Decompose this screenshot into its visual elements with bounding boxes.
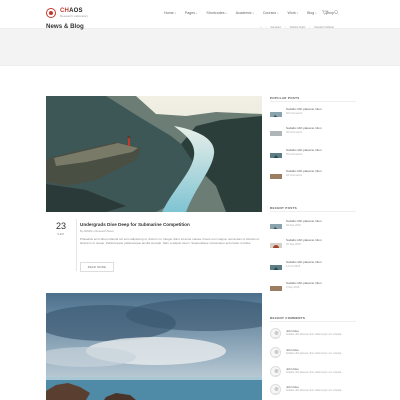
post-thumbnail: [270, 261, 282, 270]
avatar: [270, 384, 281, 395]
breadcrumb-separator: /: [309, 26, 311, 29]
popular-post-item[interactable]: Sodalis nibh placerat, illum 25 Comments: [270, 148, 356, 164]
post-byline: By ADMIN in Research News: [80, 230, 114, 233]
chevron-down-icon: ▾: [296, 12, 299, 15]
recent-post-item[interactable]: Sodalis nibh placerat, illum 29 Sep 2015: [270, 219, 356, 235]
popular-post-item[interactable]: Sodalis nibh placerat, illum 45 Comments: [270, 107, 356, 123]
page-title: News & Blog: [46, 23, 84, 30]
recent-post-item[interactable]: Sodalis nibh placerat, illum 9 Sep 2015: [270, 281, 356, 297]
comment-item[interactable]: John Doe Sodalis nibh placerat, illum ul…: [270, 366, 356, 382]
chevron-down-icon: ▾: [277, 12, 279, 15]
nav-item-academic[interactable]: Academic▾: [236, 11, 254, 15]
nav-item-blog[interactable]: Blog▾: [307, 11, 316, 15]
recent-comments-heading: RECENT COMMENTS: [270, 316, 306, 320]
comment-item[interactable]: John Doe Sodalis nibh placerat, illum ul…: [270, 328, 356, 344]
post-date-month: SEP: [57, 232, 65, 236]
post-thumbnail: [270, 282, 282, 291]
breadcrumb-separator: /: [265, 26, 267, 29]
divider: [270, 321, 356, 322]
comment-item[interactable]: John Doe Sodalis nibh placerat, illum ul…: [270, 347, 356, 363]
breadcrumb-separator: /: [284, 26, 286, 29]
breadcrumb: ⌂ / Standard / Sidebar Right / Standard …: [260, 26, 334, 29]
main-nav: Home▾ Pages▾ Shortcodes▾ Academic▾ Cours…: [164, 11, 336, 15]
chevron-down-icon: ▾: [315, 12, 317, 15]
nav-item-home[interactable]: Home▾: [164, 11, 176, 15]
recent-post-item[interactable]: Sodalis nibh placerat, illum 25 Sep 2015: [270, 238, 356, 254]
logo-subtitle: Research Laboratory: [60, 14, 89, 18]
chevron-down-icon: ▾: [252, 12, 254, 15]
breadcrumb-item-current: Standard Sidebar: [314, 26, 335, 29]
avatar: [270, 328, 281, 339]
recent-posts-heading: RECENT POSTS: [270, 206, 297, 210]
post-title[interactable]: Undergrads Dive Deep for Submarine Compe…: [80, 222, 190, 227]
post-image-fjord[interactable]: [46, 96, 262, 212]
comment-item[interactable]: John Doe Sodalis nibh placerat, illum ul…: [270, 384, 356, 400]
popular-posts-heading: POPULAR POSTS: [270, 96, 300, 100]
nav-item-shortcodes[interactable]: Shortcodes▾: [206, 11, 226, 15]
site-logo[interactable]: CHAOS Research Laboratory: [46, 8, 88, 18]
date-divider: [76, 219, 77, 271]
divider: [270, 211, 356, 212]
popular-post-item[interactable]: Sodalis nibh placerat, illum 18 Comments: [270, 169, 356, 185]
nav-item-work[interactable]: Work▾: [287, 11, 298, 15]
post-excerpt: Phasellus enim libero blandit vel sem ad…: [80, 237, 260, 246]
post-thumbnail: [270, 220, 282, 229]
post-date-day: 23: [55, 221, 66, 231]
post-thumbnail: [270, 170, 282, 179]
post-image-sea[interactable]: [46, 293, 262, 400]
post-summary: 23 SEP Undergrads Dive Deep for Submarin…: [46, 215, 262, 275]
post-thumbnail: [270, 239, 282, 248]
chevron-down-icon: ▾: [196, 12, 198, 15]
post-thumbnail: [270, 108, 282, 117]
page-title-band: [0, 28, 400, 66]
popular-post-item[interactable]: Sodalis nibh placerat, illum 36 Comments: [270, 126, 356, 142]
chevron-down-icon: ▾: [225, 12, 227, 15]
post-thumbnail: [270, 127, 282, 136]
avatar: [270, 347, 281, 358]
chevron-down-icon: ▾: [174, 12, 176, 15]
nav-item-pages[interactable]: Pages▾: [185, 11, 197, 15]
search-icon[interactable]: [334, 10, 339, 17]
breadcrumb-item[interactable]: Standard: [270, 26, 281, 29]
recent-post-item[interactable]: Sodalis nibh placerat, illum 14 Oct 2015: [270, 260, 356, 276]
logo-icon: [46, 8, 56, 18]
home-icon[interactable]: ⌂: [260, 26, 262, 29]
read-more-button[interactable]: READ MORE: [80, 262, 114, 272]
nav-item-courses[interactable]: Courses▾: [263, 11, 279, 15]
post-thumbnail: [270, 149, 282, 158]
breadcrumb-item[interactable]: Sidebar Right: [290, 26, 306, 29]
cart-icon[interactable]: [322, 10, 329, 17]
divider: [270, 101, 356, 102]
avatar: [270, 366, 281, 377]
